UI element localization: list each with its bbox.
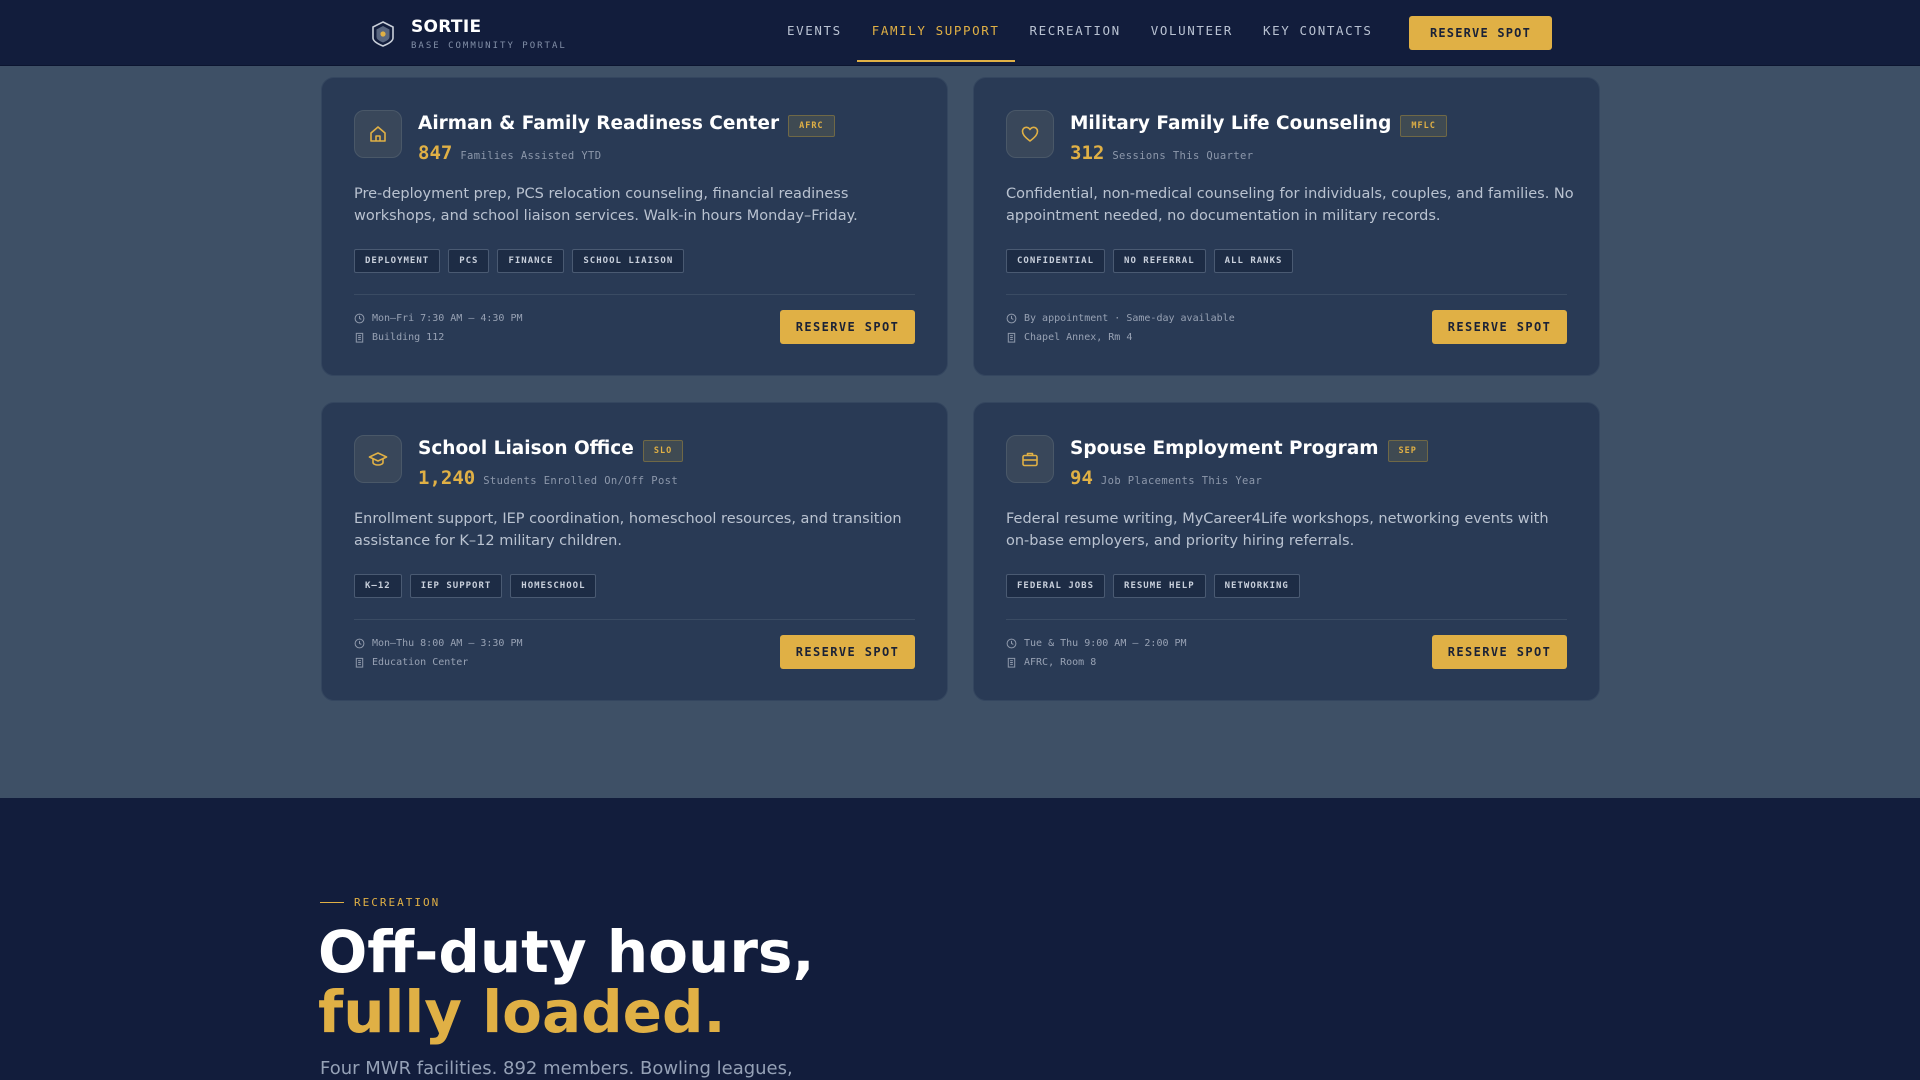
tag: SCHOOL LIAISON — [572, 249, 685, 273]
metric-label: Sessions This Quarter — [1112, 150, 1254, 162]
card-icon-frame — [354, 110, 402, 158]
card-tags: DEPLOYMENT PCS FINANCE SCHOOL LIAISON — [354, 249, 685, 273]
card-location: AFRC, Room 8 — [1024, 657, 1097, 668]
clock-icon — [354, 638, 365, 649]
card-divider — [354, 619, 915, 620]
reserve-spot-button[interactable]: RESERVE SPOT — [780, 635, 915, 669]
tag: IEP SUPPORT — [409, 574, 503, 598]
metric-value: 847 — [418, 142, 453, 164]
building-icon — [1007, 332, 1016, 343]
building-icon — [355, 657, 364, 668]
tag: DEPLOYMENT — [354, 249, 441, 273]
card-hours: Mon–Fri 7:30 AM – 4:30 PM — [372, 313, 523, 324]
card-icon-frame — [1006, 435, 1054, 483]
metric-value: 94 — [1070, 467, 1093, 489]
card-divider — [1006, 294, 1567, 295]
clock-icon — [1006, 313, 1017, 324]
card-description: Confidential, non-medical counseling for… — [1006, 186, 1574, 224]
card-title: Airman & Family Readiness Center — [418, 112, 780, 134]
nav-link-family-support[interactable]: FAMILY SUPPORT — [856, 0, 1015, 62]
tag: K–12 — [354, 574, 402, 598]
shield-logo-icon — [372, 21, 394, 47]
brand-name: SORTIE — [411, 16, 482, 37]
card-icon-frame — [1006, 110, 1054, 158]
top-nav: SORTIE BASE COMMUNITY PORTAL EVENTS FAMI… — [0, 0, 1920, 66]
card-badge: AFRC — [788, 115, 835, 137]
nav-links: EVENTS FAMILY SUPPORT RECREATION VOLUNTE… — [772, 0, 1387, 66]
section-headline: Off-duty hours, fully loaded. — [318, 922, 814, 1042]
section-subtitle: Four MWR facilities. 892 members. Bowlin… — [320, 1058, 793, 1079]
nav-reserve-spot-button[interactable]: RESERVE SPOT — [1409, 16, 1552, 50]
tag: ALL RANKS — [1213, 249, 1294, 273]
nav-link-events[interactable]: EVENTS — [772, 0, 857, 62]
service-card-mflc: Military Family Life Counseling MFLC 312… — [973, 77, 1600, 376]
card-tags: FEDERAL JOBS RESUME HELP NETWORKING — [1006, 574, 1300, 598]
card-title: Military Family Life Counseling — [1070, 112, 1392, 134]
reserve-spot-button[interactable]: RESERVE SPOT — [1432, 635, 1567, 669]
brand[interactable]: SORTIE BASE COMMUNITY PORTAL — [372, 16, 567, 51]
service-card-afrc: Airman & Family Readiness Center AFRC 84… — [321, 77, 948, 376]
card-title: School Liaison Office — [418, 437, 634, 459]
tag: FEDERAL JOBS — [1006, 574, 1106, 598]
card-divider — [1006, 619, 1567, 620]
service-card-slo: School Liaison Office SLO 1,240 Students… — [321, 402, 948, 701]
card-badge: SLO — [642, 440, 684, 462]
clock-icon — [354, 313, 365, 324]
recreation-section: RECREATION Off-duty hours, fully loaded.… — [0, 798, 1920, 1080]
section-eyebrow: RECREATION — [320, 896, 440, 909]
card-tags: CONFIDENTIAL NO REFERRAL ALL RANKS — [1006, 249, 1294, 273]
clock-icon — [1006, 638, 1017, 649]
headline-line-1: Off-duty hours, — [318, 918, 815, 986]
headline-line-2: fully loaded. — [318, 978, 726, 1046]
metric-label: Students Enrolled On/Off Post — [483, 475, 679, 487]
card-hours: Mon–Thu 8:00 AM – 3:30 PM — [372, 638, 523, 649]
tag: HOMESCHOOL — [510, 574, 597, 598]
card-divider — [354, 294, 915, 295]
card-description: Enrollment support, IEP coordination, ho… — [354, 511, 902, 549]
metric-value: 1,240 — [418, 467, 476, 489]
metric-label: Families Assisted YTD — [460, 150, 602, 162]
tag: PCS — [448, 249, 490, 273]
tag: NETWORKING — [1213, 574, 1300, 598]
card-badge: MFLC — [1400, 115, 1447, 137]
card-location: Chapel Annex, Rm 4 — [1024, 332, 1133, 343]
card-hours: By appointment · Same-day available — [1024, 313, 1235, 324]
reserve-spot-button[interactable]: RESERVE SPOT — [1432, 310, 1567, 344]
building-icon — [355, 332, 364, 343]
building-icon — [1007, 657, 1016, 668]
nav-link-volunteer[interactable]: VOLUNTEER — [1136, 0, 1248, 62]
tag: CONFIDENTIAL — [1006, 249, 1106, 273]
metric-value: 312 — [1070, 142, 1105, 164]
eyebrow-label: RECREATION — [354, 896, 441, 909]
card-description: Pre-deployment prep, PCS relocation coun… — [354, 186, 858, 224]
card-hours: Tue & Thu 9:00 AM – 2:00 PM — [1024, 638, 1187, 649]
tag: RESUME HELP — [1113, 574, 1206, 598]
tag: FINANCE — [497, 249, 565, 273]
home-icon — [370, 126, 386, 142]
card-title: Spouse Employment Program — [1070, 437, 1379, 459]
nav-link-recreation[interactable]: RECREATION — [1015, 0, 1136, 62]
card-description: Federal resume writing, MyCareer4Life wo… — [1006, 511, 1549, 549]
nav-link-key-contacts[interactable]: KEY CONTACTS — [1248, 0, 1388, 62]
reserve-spot-button[interactable]: RESERVE SPOT — [780, 310, 915, 344]
card-tags: K–12 IEP SUPPORT HOMESCHOOL — [354, 574, 597, 598]
card-location: Building 112 — [372, 332, 445, 343]
graduation-cap-icon — [368, 452, 388, 466]
service-card-sep: Spouse Employment Program SEP 94 Job Pla… — [973, 402, 1600, 701]
metric-label: Job Placements This Year — [1100, 475, 1263, 487]
card-badge: SEP — [1387, 440, 1428, 462]
briefcase-icon — [1022, 452, 1038, 467]
card-icon-frame — [354, 435, 402, 483]
heart-icon — [1021, 126, 1039, 142]
tag: NO REFERRAL — [1113, 249, 1206, 273]
eyebrow-line — [320, 902, 344, 903]
card-location: Education Center — [372, 657, 469, 668]
brand-subtitle: BASE COMMUNITY PORTAL — [411, 40, 567, 51]
